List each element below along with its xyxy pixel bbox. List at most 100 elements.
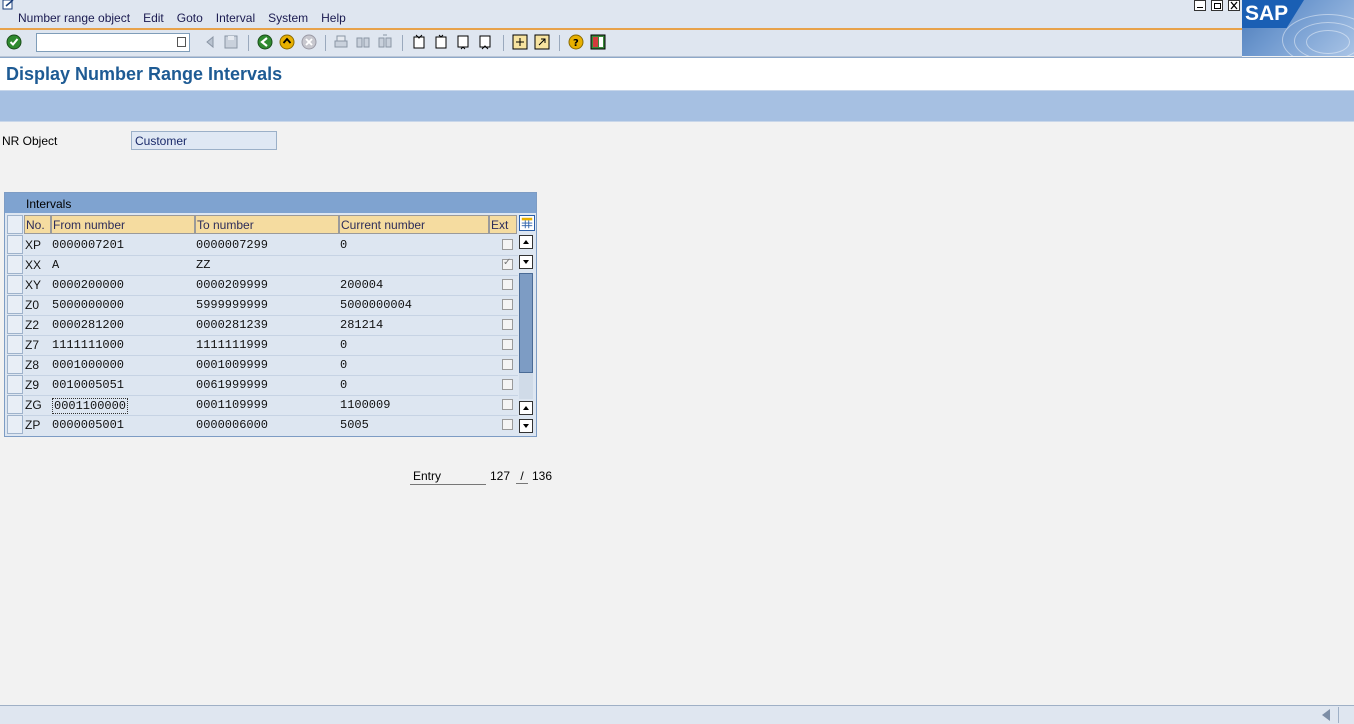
menu-help[interactable]: Help — [321, 11, 346, 25]
exit-icon[interactable] — [279, 34, 295, 50]
cell-from[interactable]: 5000000000 — [52, 298, 124, 312]
row-selector[interactable] — [7, 415, 23, 434]
cell-no[interactable]: Z8 — [25, 358, 39, 372]
cell-current[interactable]: 5000000004 — [340, 298, 412, 312]
vertical-scrollbar[interactable] — [519, 235, 533, 629]
ext-checkbox[interactable] — [502, 339, 513, 350]
cell-to[interactable]: 1111111999 — [196, 338, 268, 352]
command-field[interactable] — [36, 33, 190, 52]
cell-current[interactable]: 5005 — [340, 418, 369, 432]
ext-checkbox[interactable] — [502, 319, 513, 330]
cell-current[interactable]: 281214 — [340, 318, 383, 332]
cancel-icon[interactable] — [301, 34, 317, 50]
cell-current[interactable]: 200004 — [340, 278, 383, 292]
cell-current[interactable]: 0 — [340, 358, 347, 372]
menu-number-range-object[interactable]: Number range object — [18, 11, 130, 25]
menu-goto[interactable]: Goto — [177, 11, 203, 25]
ext-checkbox[interactable] — [502, 299, 513, 310]
back-arrow-icon[interactable] — [202, 34, 218, 50]
cell-to[interactable]: ZZ — [196, 258, 210, 272]
cell-from[interactable]: A — [52, 258, 59, 272]
page-down-icon[interactable] — [519, 419, 533, 433]
next-page-icon[interactable] — [455, 34, 471, 50]
find-next-icon[interactable] — [377, 34, 393, 50]
cell-from[interactable]: 0000007201 — [52, 238, 124, 252]
row-selector[interactable] — [7, 375, 23, 394]
cell-from[interactable]: 0001000000 — [52, 358, 124, 372]
ext-checkbox[interactable] — [502, 359, 513, 370]
table-row[interactable]: Z8 0001000000 0001009999 0 — [24, 355, 518, 375]
create-session-icon[interactable] — [512, 34, 528, 50]
ext-checkbox[interactable] — [502, 279, 513, 290]
ext-checkbox[interactable] — [502, 379, 513, 390]
col-header-ext[interactable]: Ext — [489, 215, 517, 234]
first-page-icon[interactable] — [411, 34, 427, 50]
cell-no[interactable]: XP — [25, 238, 41, 252]
cell-current[interactable]: 0 — [340, 378, 347, 392]
cell-to[interactable]: 0001109999 — [196, 398, 268, 412]
ext-checkbox[interactable] — [502, 239, 513, 250]
cell-no[interactable]: Z9 — [25, 378, 39, 392]
scroll-down-icon[interactable] — [519, 255, 533, 269]
cell-to[interactable]: 0000006000 — [196, 418, 268, 432]
table-settings-icon[interactable] — [519, 215, 535, 231]
row-selector[interactable] — [7, 235, 23, 254]
cell-no[interactable]: ZP — [25, 418, 40, 432]
command-history-icon[interactable] — [177, 37, 186, 47]
nav-back-icon[interactable] — [257, 34, 273, 50]
col-header-from[interactable]: From number — [51, 215, 195, 234]
table-row[interactable]: Z7 1111111000 1111111999 0 — [24, 335, 518, 355]
table-row[interactable]: ZG 0001100000 0001109999 1100009 — [24, 395, 518, 415]
enter-icon[interactable] — [6, 34, 22, 50]
save-icon[interactable] — [223, 34, 239, 50]
row-selector[interactable] — [7, 335, 23, 354]
cell-to[interactable]: 0001009999 — [196, 358, 268, 372]
row-selector[interactable] — [7, 275, 23, 294]
shortcut-icon[interactable] — [534, 34, 550, 50]
cell-no[interactable]: ZG — [25, 398, 42, 412]
restore-icon[interactable] — [1211, 0, 1223, 11]
col-header-no[interactable]: No. — [24, 215, 51, 234]
row-selector[interactable] — [7, 255, 23, 274]
cell-current[interactable]: 1100009 — [340, 398, 390, 412]
table-row[interactable]: XX A ZZ — [24, 255, 518, 275]
layout-menu-icon[interactable] — [590, 34, 606, 50]
close-icon[interactable] — [1228, 0, 1240, 11]
prev-page-icon[interactable] — [433, 34, 449, 50]
cell-from[interactable]: 0000281200 — [52, 318, 124, 332]
col-header-to[interactable]: To number — [195, 215, 339, 234]
scroll-up-icon[interactable] — [519, 235, 533, 249]
cell-no[interactable]: Z7 — [25, 338, 39, 352]
menu-interval[interactable]: Interval — [216, 11, 255, 25]
cell-no[interactable]: XY — [25, 278, 41, 292]
ext-checkbox[interactable] — [502, 399, 513, 410]
menu-edit[interactable]: Edit — [143, 11, 164, 25]
help-icon[interactable]: ? — [568, 34, 584, 50]
table-row[interactable]: XP 0000007201 0000007299 0 — [24, 235, 518, 255]
print-icon[interactable] — [333, 34, 349, 50]
row-selector[interactable] — [7, 395, 23, 414]
select-all-button[interactable] — [7, 215, 23, 234]
scrollbar-thumb[interactable] — [519, 273, 533, 373]
table-row[interactable]: Z9 0010005051 0061999999 0 — [24, 375, 518, 395]
row-selector[interactable] — [7, 295, 23, 314]
table-row[interactable]: Z0 5000000000 5999999999 5000000004 — [24, 295, 518, 315]
cell-no[interactable]: Z2 — [25, 318, 39, 332]
menu-system[interactable]: System — [268, 11, 308, 25]
table-row[interactable]: Z2 0000281200 0000281239 281214 — [24, 315, 518, 335]
cell-from[interactable]: 0000200000 — [52, 278, 124, 292]
minimize-icon[interactable] — [1194, 0, 1206, 11]
cell-no[interactable]: XX — [25, 258, 41, 272]
cell-current[interactable]: 0 — [340, 338, 347, 352]
cell-to[interactable]: 0061999999 — [196, 378, 268, 392]
status-expand-icon[interactable] — [1322, 709, 1330, 721]
entry-button[interactable]: Entry — [410, 469, 486, 485]
ext-checkbox[interactable] — [502, 419, 513, 430]
table-row[interactable]: XY 0000200000 0000209999 200004 — [24, 275, 518, 295]
table-row[interactable]: ZP 0000005001 0000006000 5005 — [24, 415, 518, 435]
row-selector[interactable] — [7, 355, 23, 374]
cell-no[interactable]: Z0 — [25, 298, 39, 312]
cell-from[interactable]: 1111111000 — [52, 338, 124, 352]
find-icon[interactable] — [355, 34, 371, 50]
cell-current[interactable]: 0 — [340, 238, 347, 252]
